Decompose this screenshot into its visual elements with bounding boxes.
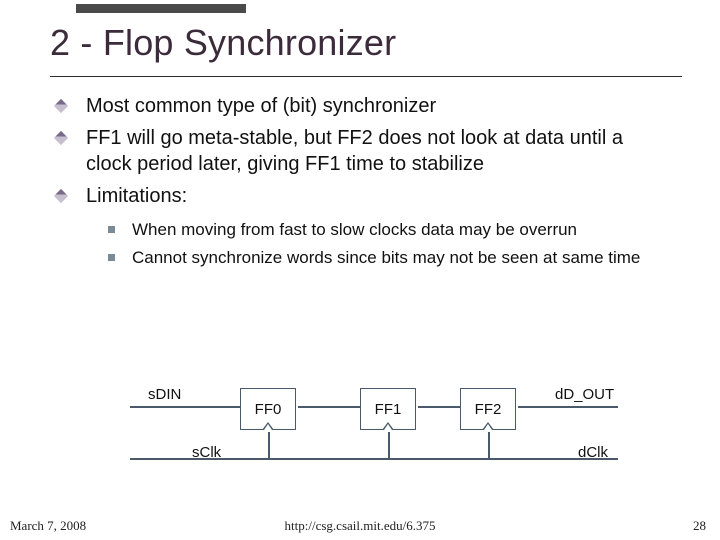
bullet-text: Most common type of (bit) synchronizer <box>86 95 436 117</box>
footer-page: 28 <box>693 518 706 534</box>
bullet-text: FF1 will go meta-stable, but FF2 does no… <box>86 127 623 175</box>
title-underline <box>50 76 682 77</box>
diamond-icon <box>54 189 68 203</box>
ff2-label: FF2 <box>475 401 502 418</box>
clock-stub <box>388 432 390 458</box>
clock-stub <box>268 432 270 458</box>
ff2-box: FF2 <box>460 388 516 430</box>
wire <box>518 406 618 408</box>
sub-text: When moving from fast to slow clocks dat… <box>132 220 577 239</box>
clock-triangle-icon <box>382 422 394 430</box>
diamond-icon <box>54 99 68 113</box>
wire <box>130 406 240 408</box>
clock-triangle-icon <box>262 422 274 430</box>
square-icon <box>108 226 115 233</box>
ff1-box: FF1 <box>360 388 416 430</box>
ff0-box: FF0 <box>240 388 296 430</box>
clock-triangle-icon <box>482 422 494 430</box>
bullet-item: Limitations: When moving from fast to sl… <box>80 183 674 270</box>
clock-stub <box>488 432 490 458</box>
slide: 2 - Flop Synchronizer Most common type o… <box>0 0 720 540</box>
bullet-item: FF1 will go meta-stable, but FF2 does no… <box>80 125 674 177</box>
sub-item: When moving from fast to slow clocks dat… <box>128 219 674 241</box>
decor-bar <box>76 4 246 13</box>
label-dout: dD_OUT <box>555 386 614 403</box>
ff1-label: FF1 <box>375 401 402 418</box>
bullet-list: Most common type of (bit) synchronizer F… <box>50 93 682 270</box>
wire <box>418 406 460 408</box>
wire <box>298 406 360 408</box>
label-sclk: sClk <box>192 444 221 461</box>
bullet-text: Limitations: <box>86 185 187 207</box>
circuit-diagram: sDIN FF0 FF1 FF2 dD_OUT sClk dClk <box>130 388 650 478</box>
sub-list: When moving from fast to slow clocks dat… <box>128 219 674 270</box>
sub-text: Cannot synchronize words since bits may … <box>132 248 640 267</box>
diamond-icon <box>54 131 68 145</box>
sub-item: Cannot synchronize words since bits may … <box>128 247 674 269</box>
ff0-label: FF0 <box>255 401 282 418</box>
label-sdin: sDIN <box>148 386 181 403</box>
label-dclk: dClk <box>578 444 608 461</box>
slide-title: 2 - Flop Synchronizer <box>50 22 682 64</box>
bullet-item: Most common type of (bit) synchronizer <box>80 93 674 119</box>
square-icon <box>108 254 115 261</box>
footer-url: http://csg.csail.mit.edu/6.375 <box>0 518 720 534</box>
